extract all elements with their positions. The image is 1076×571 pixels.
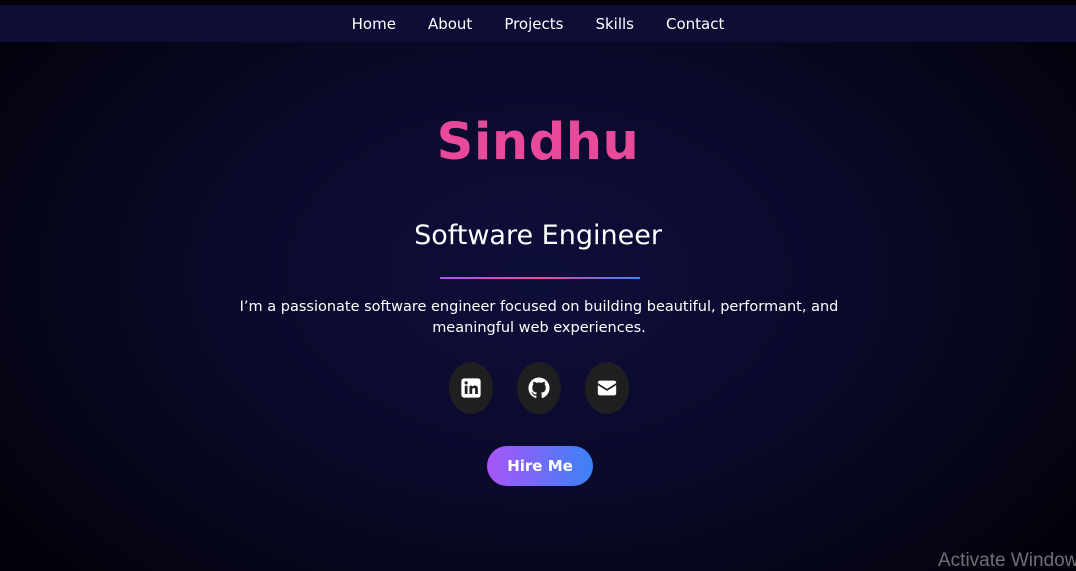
nav-link-skills[interactable]: Skills xyxy=(595,15,634,33)
linkedin-icon xyxy=(460,377,482,399)
hire-me-button[interactable]: Hire Me xyxy=(487,446,593,486)
nav-link-home[interactable]: Home xyxy=(352,15,396,33)
hero-name: Sindhu xyxy=(436,113,640,172)
hero-description: I’m a passionate software engineer focus… xyxy=(239,299,839,336)
nav-link-about[interactable]: About xyxy=(428,15,472,33)
activate-windows-watermark: Activate Windows xyxy=(938,550,1076,571)
github-icon xyxy=(528,377,550,399)
github-button[interactable] xyxy=(517,362,561,414)
hero-role: Software Engineer xyxy=(414,220,662,251)
gradient-divider xyxy=(440,277,640,279)
email-button[interactable] xyxy=(585,362,629,414)
top-navbar: Home About Projects Skills Contact xyxy=(0,5,1076,42)
nav-link-projects[interactable]: Projects xyxy=(504,15,563,33)
nav-link-contact[interactable]: Contact xyxy=(666,15,724,33)
social-links xyxy=(0,362,1076,414)
envelope-icon xyxy=(596,377,618,399)
linkedin-button[interactable] xyxy=(449,362,493,414)
